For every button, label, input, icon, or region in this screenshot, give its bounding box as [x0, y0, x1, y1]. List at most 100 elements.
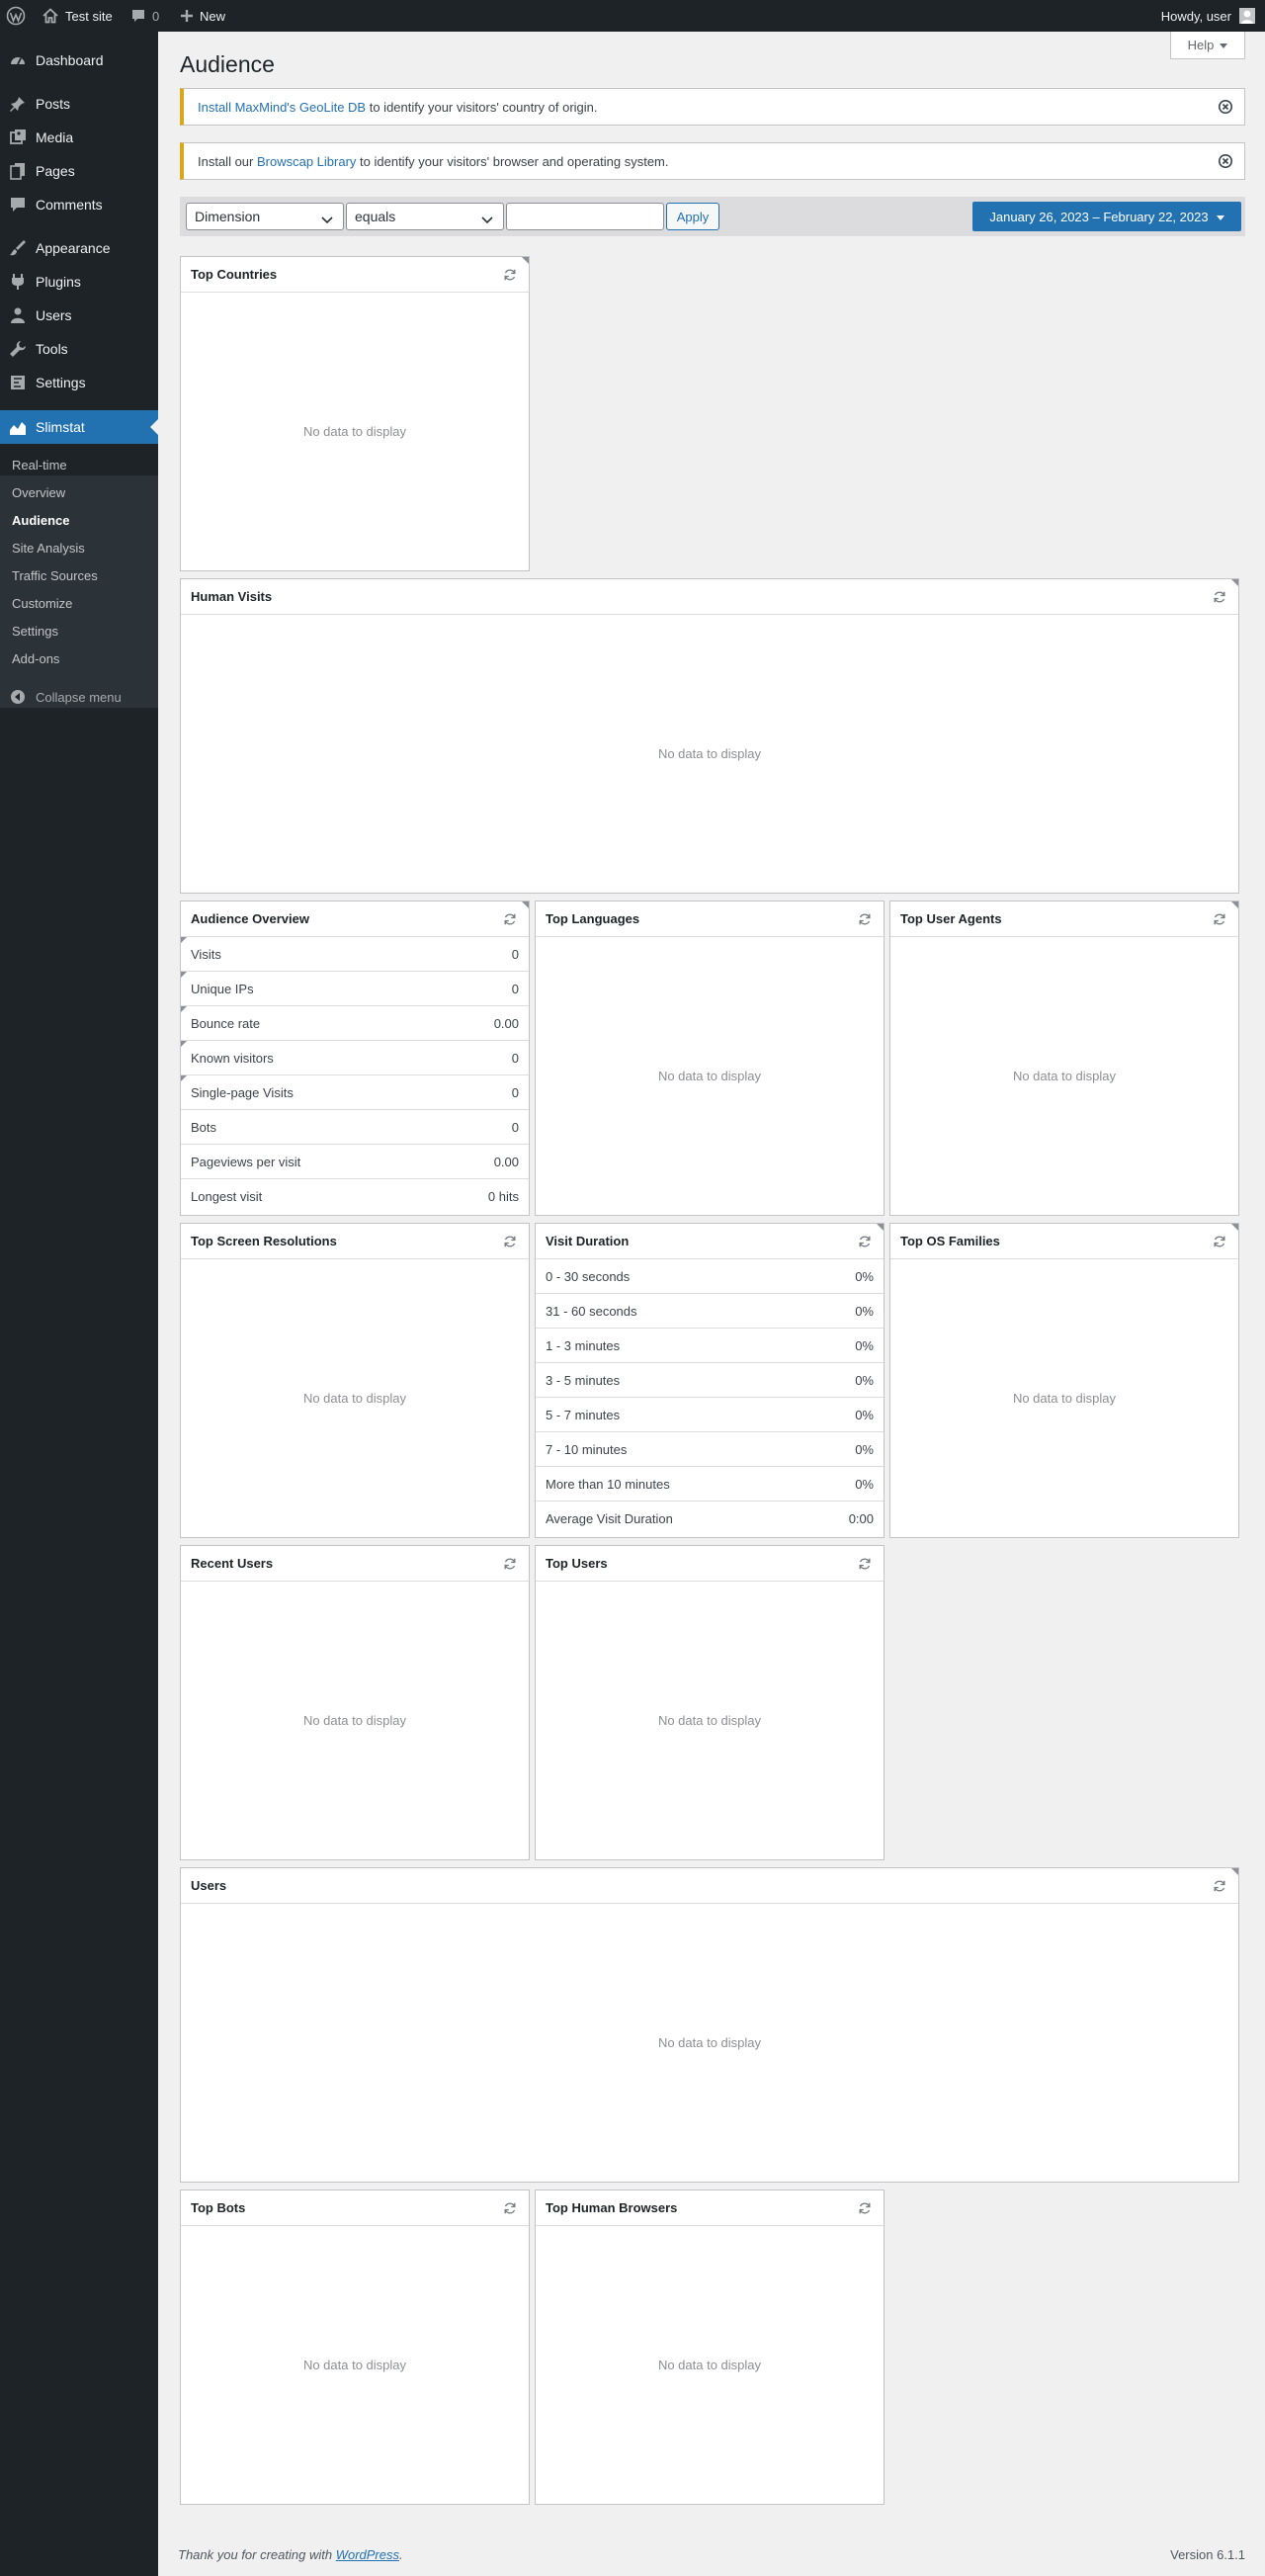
refresh-icon[interactable] [858, 1557, 872, 1571]
sidebar-item-pages[interactable]: Pages [0, 154, 158, 188]
box-title: Top Bots [191, 2200, 246, 2215]
refresh-icon[interactable] [858, 912, 872, 926]
operator-select[interactable]: equals [346, 203, 504, 230]
refresh-icon[interactable] [503, 1235, 517, 1248]
date-range-label: January 26, 2023 – February 22, 2023 [989, 209, 1209, 224]
no-data-message: No data to display [302, 1391, 407, 1406]
refresh-icon[interactable] [858, 2201, 872, 2215]
refresh-icon[interactable] [503, 1557, 517, 1571]
submenu-item-audience[interactable]: Audience [12, 511, 70, 531]
box-users: Users No data to display [180, 1867, 1239, 2183]
help-button[interactable]: Help [1170, 32, 1245, 59]
dismiss-notice-icon[interactable] [1219, 100, 1232, 114]
stat-row: Unique IPs 0 [181, 972, 529, 1006]
no-data-message: No data to display [302, 1713, 407, 1728]
refresh-icon[interactable] [503, 268, 517, 282]
filter-value-input[interactable] [506, 203, 664, 230]
box-resize-corner [1231, 1868, 1238, 1875]
date-range-button[interactable]: January 26, 2023 – February 22, 2023 [972, 202, 1241, 231]
caret-down-icon [1220, 38, 1228, 52]
comments-link[interactable]: 0 [130, 0, 159, 32]
submenu-item-customize[interactable]: Customize [12, 594, 72, 614]
wordpress-link[interactable]: WordPress [336, 2547, 399, 2562]
caret-down-icon [1216, 210, 1224, 224]
dimension-value: Dimension [195, 209, 261, 224]
submenu-item-real-time[interactable]: Real-time [12, 456, 67, 475]
apply-button[interactable]: Apply [666, 203, 719, 230]
media-icon [0, 129, 36, 146]
plus-icon [180, 9, 194, 23]
my-account-link[interactable]: Howdy, user [1161, 0, 1255, 32]
sidebar-item-slimstat[interactable]: Slimstat [0, 410, 158, 444]
no-data-message: No data to display [1012, 1069, 1117, 1083]
sidebar-item-label: Tools [36, 341, 68, 357]
sidebar-item-label: Slimstat [36, 419, 85, 435]
sidebar-item-settings[interactable]: Settings [0, 366, 158, 399]
box-resize-corner [1231, 579, 1238, 586]
settings-icon [0, 374, 36, 391]
box-top-bots: Top Bots No data to display [180, 2190, 530, 2505]
install-geolite-link[interactable]: Install MaxMind's GeoLite DB [198, 100, 366, 115]
box-resize-corner [1231, 1224, 1238, 1231]
stat-row: Average Visit Duration 0:00 [546, 1511, 874, 1526]
sidebar-item-label: Users [36, 307, 72, 323]
dismiss-notice-icon[interactable] [1219, 154, 1232, 168]
submenu-item-add-ons[interactable]: Add-ons [12, 649, 59, 669]
comment-icon [130, 8, 146, 24]
stat-row: Pageviews per visit 0.00 [181, 1145, 529, 1179]
sidebar-item-label: Settings [36, 375, 86, 390]
sidebar-item-posts[interactable]: Posts [0, 87, 158, 121]
admin-bar: Test site 0 New Howdy, user [0, 0, 1265, 32]
stat-row: Bots 0 [181, 1110, 529, 1145]
stat-row: 0 - 30 seconds 0% [536, 1259, 884, 1294]
plugin-icon [0, 273, 36, 291]
refresh-icon[interactable] [1213, 1879, 1226, 1893]
page-title: Audience [180, 51, 275, 77]
submenu-item-overview[interactable]: Overview [12, 483, 65, 503]
stat-row: Bounce rate 0.00 [181, 1006, 529, 1041]
collapse-menu-button[interactable]: Collapse menu [0, 680, 158, 714]
dimension-select[interactable]: Dimension [186, 203, 344, 230]
stat-row: Longest visit 0 hits [191, 1189, 519, 1204]
sidebar-item-appearance[interactable]: Appearance [0, 231, 158, 265]
stat-row: More than 10 minutes 0% [536, 1467, 884, 1502]
comments-count: 0 [152, 8, 160, 24]
stat-row: 3 - 5 minutes 0% [536, 1363, 884, 1398]
sidebar-item-label: Pages [36, 163, 75, 179]
collapse-menu-label: Collapse menu [36, 689, 122, 705]
notice-text: Install MaxMind's GeoLite DB to identify… [198, 99, 598, 115]
wordpress-logo-icon[interactable] [6, 0, 30, 32]
box-title: Visit Duration [546, 1234, 630, 1248]
refresh-icon[interactable] [1213, 590, 1226, 604]
browscap-library-link[interactable]: Browscap Library [257, 154, 356, 169]
new-content-link[interactable]: New [180, 0, 225, 32]
refresh-icon[interactable] [858, 1235, 872, 1248]
refresh-icon[interactable] [1213, 912, 1226, 926]
comment-icon [0, 196, 36, 214]
avatar [1239, 8, 1255, 24]
site-name-label: Test site [65, 8, 113, 24]
sidebar-item-comments[interactable]: Comments [0, 188, 158, 221]
sidebar-item-plugins[interactable]: Plugins [0, 265, 158, 299]
sidebar-item-media[interactable]: Media [0, 121, 158, 154]
no-data-message: No data to display [657, 1069, 762, 1083]
refresh-icon[interactable] [503, 2201, 517, 2215]
sidebar-item-users[interactable]: Users [0, 299, 158, 332]
no-data-message: No data to display [302, 2358, 407, 2372]
site-name-link[interactable]: Test site [42, 0, 113, 32]
no-data-message: No data to display [657, 746, 762, 761]
sidebar-item-label: Dashboard [36, 52, 104, 68]
sidebar-item-label: Comments [36, 197, 103, 213]
submenu-item-site-analysis[interactable]: Site Analysis [12, 539, 85, 558]
submenu-item-settings[interactable]: Settings [12, 622, 58, 642]
box-top-languages: Top Languages No data to display [535, 901, 885, 1216]
refresh-icon[interactable] [1213, 1235, 1226, 1248]
box-top-human-browsers: Top Human Browsers No data to display [535, 2190, 885, 2505]
submenu-item-traffic-sources[interactable]: Traffic Sources [12, 566, 98, 586]
no-data-message: No data to display [657, 2358, 762, 2372]
no-data-message: No data to display [302, 424, 407, 439]
refresh-icon[interactable] [503, 912, 517, 926]
sidebar-item-tools[interactable]: Tools [0, 332, 158, 366]
sidebar-item-dashboard[interactable]: Dashboard [0, 43, 158, 77]
help-label: Help [1187, 38, 1215, 52]
